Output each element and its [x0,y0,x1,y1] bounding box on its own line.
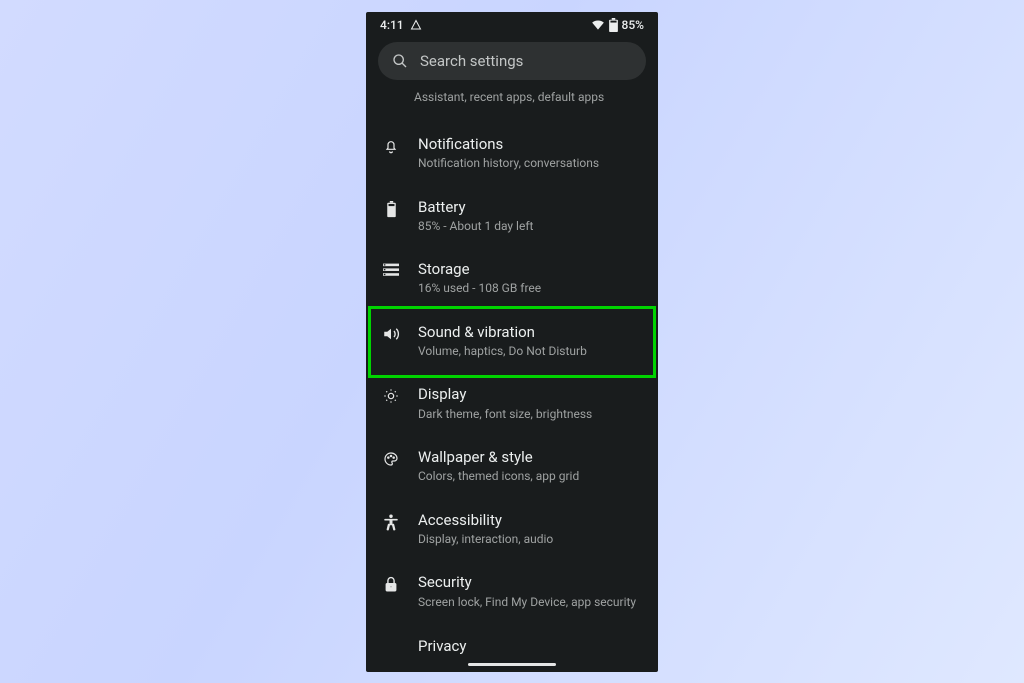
settings-list: Notifications Notification history, conv… [366,122,658,655]
list-item-apps-sub[interactable]: Assistant, recent apps, default apps [366,90,658,122]
item-sub: Screen lock, Find My Device, app securit… [418,595,636,609]
wifi-icon [591,19,605,31]
item-title: Security [418,574,636,591]
palette-icon [382,449,400,467]
bell-icon [382,136,400,154]
item-sub: Volume, haptics, Do Not Disturb [418,344,587,358]
brightness-icon [382,386,400,404]
battery-icon [609,18,618,32]
item-sub: Colors, themed icons, app grid [418,469,579,483]
status-battery-text: 85% [622,18,644,32]
list-item-privacy[interactable]: Privacy [366,623,658,655]
item-sub: Display, interaction, audio [418,532,553,546]
search-settings[interactable]: Search settings [378,42,646,80]
storage-icon [382,261,400,277]
nav-handle[interactable] [468,663,556,666]
list-item-storage[interactable]: Storage 16% used - 108 GB free [366,247,658,310]
status-time: 4:11 [380,18,404,32]
list-item-battery[interactable]: Battery 85% - About 1 day left [366,185,658,248]
volume-icon [382,324,400,342]
item-title: Storage [418,261,541,278]
item-title: Accessibility [418,512,553,529]
list-item-wallpaper-style[interactable]: Wallpaper & style Colors, themed icons, … [366,435,658,498]
accessibility-icon [382,512,400,532]
list-item-security[interactable]: Security Screen lock, Find My Device, ap… [366,560,658,623]
item-title: Wallpaper & style [418,449,579,466]
item-sub: Dark theme, font size, brightness [418,407,592,421]
list-item-notifications[interactable]: Notifications Notification history, conv… [366,122,658,185]
list-item-accessibility[interactable]: Accessibility Display, interaction, audi… [366,498,658,561]
battery-vertical-icon [382,199,400,218]
lock-icon [382,574,400,593]
item-title: Battery [418,199,533,216]
phone-frame: 4:11 85% Search [366,12,658,672]
item-sub: 16% used - 108 GB free [418,281,541,295]
search-icon [392,53,408,69]
item-title: Notifications [418,136,599,153]
status-bar: 4:11 85% [366,12,658,36]
list-item-display[interactable]: Display Dark theme, font size, brightnes… [366,372,658,435]
item-sub: 85% - About 1 day left [418,219,533,233]
item-title: Sound & vibration [418,324,587,341]
tunnel-icon [410,19,422,31]
search-placeholder: Search settings [420,52,523,70]
list-item-sound-vibration[interactable]: Sound & vibration Volume, haptics, Do No… [366,310,658,373]
item-sub: Notification history, conversations [418,156,599,170]
item-title: Display [418,386,592,403]
